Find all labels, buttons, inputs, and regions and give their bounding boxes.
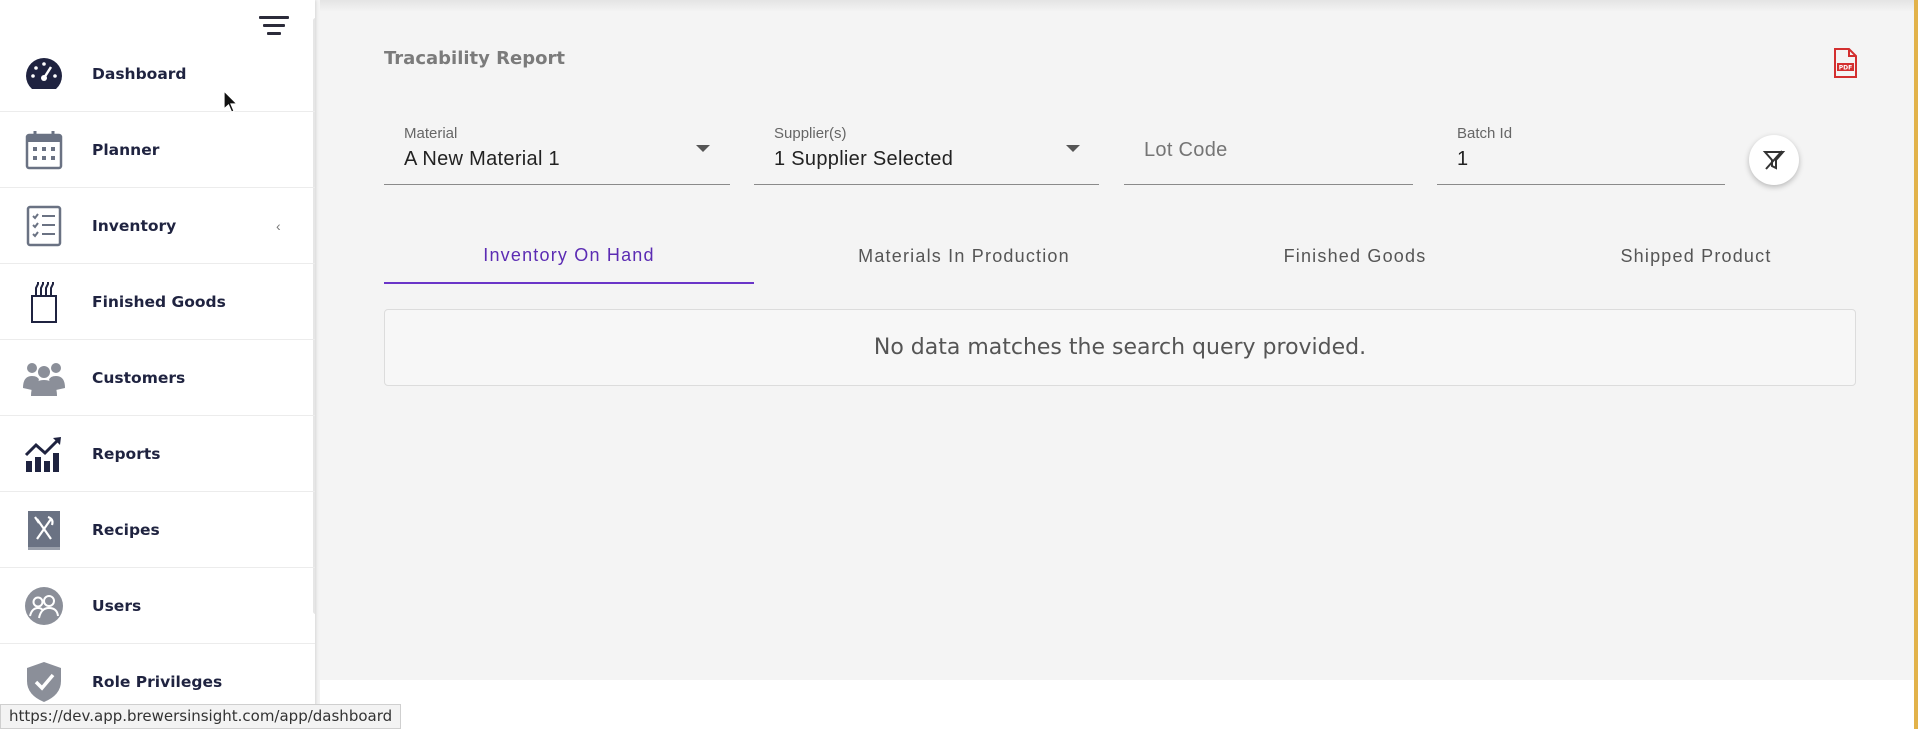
pdf-export-icon[interactable]: PDF — [1833, 48, 1857, 78]
page-title: Tracability Report — [384, 48, 565, 69]
svg-text:PDF: PDF — [1839, 65, 1852, 72]
material-value: A New Material 1 — [404, 148, 560, 170]
caret-down-icon — [1066, 145, 1080, 152]
suppliers-select[interactable]: Supplier(s) 1 Supplier Selected — [754, 112, 1099, 185]
material-select[interactable]: Material A New Material 1 — [384, 112, 730, 185]
results-panel: No data matches the search query provide… — [384, 309, 1856, 386]
suppliers-label: Supplier(s) — [774, 125, 847, 142]
sidebar-item-label: Finished Goods — [92, 292, 226, 311]
material-label: Material — [404, 125, 458, 142]
suppliers-value: 1 Supplier Selected — [774, 148, 954, 170]
top-shadow — [320, 0, 1918, 12]
sidebar-item-dashboard[interactable]: Dashboard — [0, 36, 315, 112]
sidebar-item-reports[interactable]: Reports — [0, 416, 315, 492]
caret-down-icon — [696, 145, 710, 152]
shield-check-icon — [22, 660, 66, 704]
status-bar-url: https://dev.app.brewersinsight.com/app/d… — [0, 704, 402, 729]
sidebar-item-customers[interactable]: Customers — [0, 340, 315, 416]
tab-inventory-on-hand[interactable]: Inventory On Hand — [384, 228, 754, 284]
sidebar-item-users[interactable]: Users — [0, 568, 315, 644]
filter-off-icon — [1762, 150, 1786, 170]
calendar-icon — [22, 128, 66, 172]
sidebar-item-inventory[interactable]: Inventory ‹ — [0, 188, 315, 264]
mouse-cursor-icon — [223, 89, 239, 119]
bottles-icon — [22, 280, 66, 324]
tab-shipped-product[interactable]: Shipped Product — [1536, 228, 1856, 284]
sidebar-item-label: Reports — [92, 444, 161, 463]
sidebar-item-label: Recipes — [92, 520, 160, 539]
window-edge — [1914, 0, 1918, 729]
user-circle-icon — [22, 584, 66, 628]
sidebar-item-label: Customers — [92, 368, 186, 387]
tab-finished-goods[interactable]: Finished Goods — [1174, 228, 1536, 284]
lot-code-field[interactable] — [1124, 112, 1413, 185]
batch-id-value[interactable]: 1 — [1457, 148, 1468, 171]
empty-message: No data matches the search query provide… — [873, 335, 1367, 360]
sidebar-item-label: Inventory — [92, 216, 177, 235]
sidebar-item-planner[interactable]: Planner — [0, 112, 315, 188]
trend-chart-icon — [22, 432, 66, 476]
dashboard-gauge-icon — [22, 52, 66, 96]
sidebar-item-label: Dashboard — [92, 64, 187, 83]
sidebar-item-label: Role Privileges — [92, 672, 223, 691]
sidebar-item-label: Planner — [92, 140, 160, 159]
checklist-icon — [22, 204, 66, 248]
sidebar: Dashboard Planner Inventory ‹ Finished G… — [0, 0, 315, 729]
clear-filter-button[interactable] — [1749, 135, 1799, 185]
sidebar-item-label: Users — [92, 596, 142, 615]
sidebar-item-recipes[interactable]: Recipes — [0, 492, 315, 568]
batch-id-label: Batch Id — [1457, 125, 1513, 142]
tab-materials-in-production[interactable]: Materials In Production — [754, 228, 1174, 284]
batch-id-field[interactable]: Batch Id 1 — [1437, 112, 1725, 185]
menu-toggle-icon[interactable] — [259, 16, 289, 38]
customers-group-icon — [22, 356, 66, 400]
sidebar-item-finished-goods[interactable]: Finished Goods — [0, 264, 315, 340]
footer-area — [320, 680, 1918, 729]
chevron-left-icon[interactable]: ‹ — [276, 218, 281, 234]
recipe-book-icon — [22, 508, 66, 552]
report-tabs: Inventory On Hand Materials In Productio… — [384, 228, 1856, 284]
lot-code-input[interactable] — [1144, 139, 1384, 162]
